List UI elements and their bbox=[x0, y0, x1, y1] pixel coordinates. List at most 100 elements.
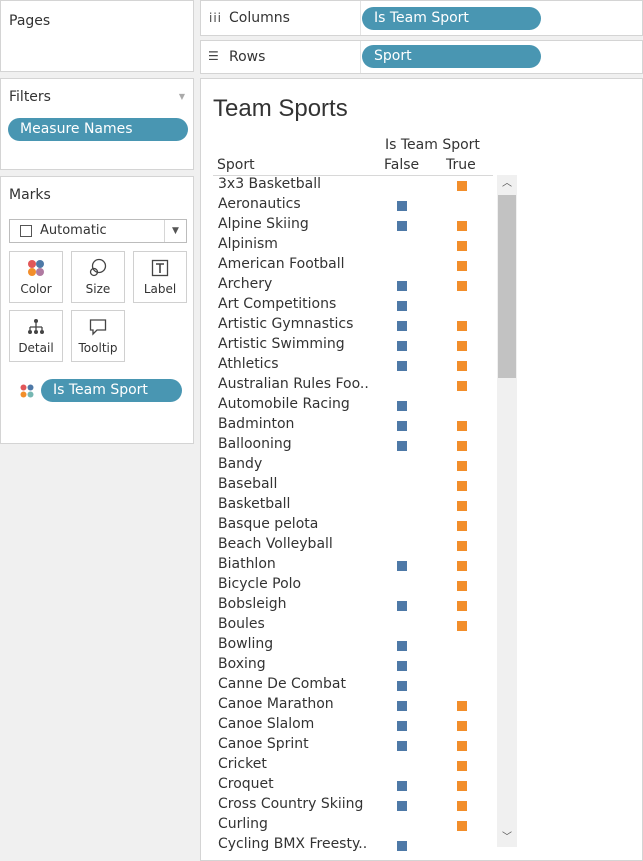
sport-row-label[interactable]: Australian Rules Foo.. bbox=[218, 376, 375, 392]
false-mark[interactable] bbox=[397, 561, 407, 571]
sport-row-label[interactable]: Basque pelota bbox=[218, 516, 375, 532]
color-button[interactable]: Color bbox=[9, 251, 63, 303]
true-mark[interactable] bbox=[457, 441, 467, 451]
sport-row-label[interactable]: 3x3 Basketball bbox=[218, 176, 375, 192]
sport-row-label[interactable]: Cycling BMX Freesty.. bbox=[218, 836, 375, 852]
false-mark[interactable] bbox=[397, 601, 407, 611]
sport-row-label[interactable]: Athletics bbox=[218, 356, 375, 372]
sport-row-label[interactable]: Aeronautics bbox=[218, 196, 375, 212]
sport-row-label[interactable]: Canoe Sprint bbox=[218, 736, 375, 752]
sport-row-label[interactable]: Alpinism bbox=[218, 236, 375, 252]
sport-row-label[interactable]: Art Competitions bbox=[218, 296, 375, 312]
false-mark[interactable] bbox=[397, 641, 407, 651]
columns-shelf[interactable]: iii Columns Is Team Sport bbox=[200, 0, 643, 36]
sport-row-label[interactable]: Ballooning bbox=[218, 436, 375, 452]
false-mark[interactable] bbox=[397, 281, 407, 291]
true-mark[interactable] bbox=[457, 221, 467, 231]
true-mark[interactable] bbox=[457, 181, 467, 191]
sport-row-label[interactable]: Cross Country Skiing bbox=[218, 796, 375, 812]
sport-row-label[interactable]: Canne De Combat bbox=[218, 676, 375, 692]
sport-row-pill[interactable]: Sport bbox=[362, 45, 541, 68]
false-mark[interactable] bbox=[397, 681, 407, 691]
true-mark[interactable] bbox=[457, 481, 467, 491]
false-mark[interactable] bbox=[397, 781, 407, 791]
true-mark[interactable] bbox=[457, 781, 467, 791]
filters-menu-icon[interactable]: ▼ bbox=[179, 92, 185, 101]
true-mark[interactable] bbox=[457, 361, 467, 371]
label-button[interactable]: Label bbox=[133, 251, 187, 303]
column-field-header[interactable]: Is Team Sport bbox=[385, 137, 480, 153]
true-mark[interactable] bbox=[457, 701, 467, 711]
sport-row-label[interactable]: Baseball bbox=[218, 476, 375, 492]
sport-row-label[interactable]: Canoe Marathon bbox=[218, 696, 375, 712]
chevron-down-icon[interactable]: ▼ bbox=[164, 220, 186, 242]
scroll-down-icon[interactable]: ﹀ bbox=[497, 829, 517, 847]
sport-row-label[interactable]: Archery bbox=[218, 276, 375, 292]
rows-shelf[interactable]: ☰ Rows Sport bbox=[200, 40, 643, 74]
true-mark[interactable] bbox=[457, 721, 467, 731]
false-mark[interactable] bbox=[397, 401, 407, 411]
scroll-up-icon[interactable]: ︿ bbox=[497, 175, 517, 193]
sport-row-label[interactable]: Artistic Swimming bbox=[218, 336, 375, 352]
vertical-scrollbar[interactable]: ︿ ﹀ bbox=[497, 175, 517, 847]
is-team-sport-column-pill[interactable]: Is Team Sport bbox=[362, 7, 541, 30]
false-mark[interactable] bbox=[397, 201, 407, 211]
sport-row-label[interactable]: Badminton bbox=[218, 416, 375, 432]
sport-row-label[interactable]: Bowling bbox=[218, 636, 375, 652]
is-team-sport-color-pill[interactable]: Is Team Sport bbox=[41, 379, 182, 402]
false-mark[interactable] bbox=[397, 361, 407, 371]
measure-names-filter-pill[interactable]: Measure Names bbox=[8, 118, 188, 141]
sport-row-label[interactable]: Automobile Racing bbox=[218, 396, 375, 412]
true-mark[interactable] bbox=[457, 741, 467, 751]
sport-row-label[interactable]: Alpine Skiing bbox=[218, 216, 375, 232]
true-mark[interactable] bbox=[457, 541, 467, 551]
sport-row-label[interactable]: Boxing bbox=[218, 656, 375, 672]
false-mark[interactable] bbox=[397, 421, 407, 431]
true-mark[interactable] bbox=[457, 801, 467, 811]
true-mark[interactable] bbox=[457, 421, 467, 431]
sport-row-label[interactable]: Canoe Slalom bbox=[218, 716, 375, 732]
true-mark[interactable] bbox=[457, 761, 467, 771]
true-mark[interactable] bbox=[457, 281, 467, 291]
false-mark[interactable] bbox=[397, 441, 407, 451]
sport-row-label[interactable]: Boules bbox=[218, 616, 375, 632]
true-mark[interactable] bbox=[457, 321, 467, 331]
true-mark[interactable] bbox=[457, 241, 467, 251]
false-mark[interactable] bbox=[397, 321, 407, 331]
column-header-false[interactable]: False bbox=[384, 157, 419, 173]
false-mark[interactable] bbox=[397, 741, 407, 751]
false-mark[interactable] bbox=[397, 841, 407, 851]
sport-row-label[interactable]: Cricket bbox=[218, 756, 375, 772]
sport-row-label[interactable]: Basketball bbox=[218, 496, 375, 512]
tooltip-button[interactable]: Tooltip bbox=[71, 310, 125, 362]
sport-row-label[interactable]: Curling bbox=[218, 816, 375, 832]
false-mark[interactable] bbox=[397, 341, 407, 351]
false-mark[interactable] bbox=[397, 801, 407, 811]
false-mark[interactable] bbox=[397, 661, 407, 671]
mark-type-dropdown[interactable]: Automatic ▼ bbox=[9, 219, 187, 243]
true-mark[interactable] bbox=[457, 501, 467, 511]
column-header-true[interactable]: True bbox=[446, 157, 476, 173]
true-mark[interactable] bbox=[457, 341, 467, 351]
scrollbar-thumb[interactable] bbox=[498, 195, 516, 378]
sport-row-label[interactable]: Biathlon bbox=[218, 556, 375, 572]
sport-row-label[interactable]: Bicycle Polo bbox=[218, 576, 375, 592]
filters-shelf[interactable]: Filters ▼ Measure Names bbox=[0, 78, 194, 170]
size-button[interactable]: Size bbox=[71, 251, 125, 303]
true-mark[interactable] bbox=[457, 581, 467, 591]
true-mark[interactable] bbox=[457, 821, 467, 831]
false-mark[interactable] bbox=[397, 721, 407, 731]
true-mark[interactable] bbox=[457, 601, 467, 611]
true-mark[interactable] bbox=[457, 461, 467, 471]
true-mark[interactable] bbox=[457, 381, 467, 391]
true-mark[interactable] bbox=[457, 561, 467, 571]
sport-row-label[interactable]: Artistic Gymnastics bbox=[218, 316, 375, 332]
false-mark[interactable] bbox=[397, 701, 407, 711]
pages-shelf[interactable]: Pages bbox=[0, 0, 194, 72]
false-mark[interactable] bbox=[397, 301, 407, 311]
sport-row-label[interactable]: Croquet bbox=[218, 776, 375, 792]
true-mark[interactable] bbox=[457, 621, 467, 631]
sport-row-label[interactable]: American Football bbox=[218, 256, 375, 272]
sport-row-label[interactable]: Bobsleigh bbox=[218, 596, 375, 612]
true-mark[interactable] bbox=[457, 521, 467, 531]
